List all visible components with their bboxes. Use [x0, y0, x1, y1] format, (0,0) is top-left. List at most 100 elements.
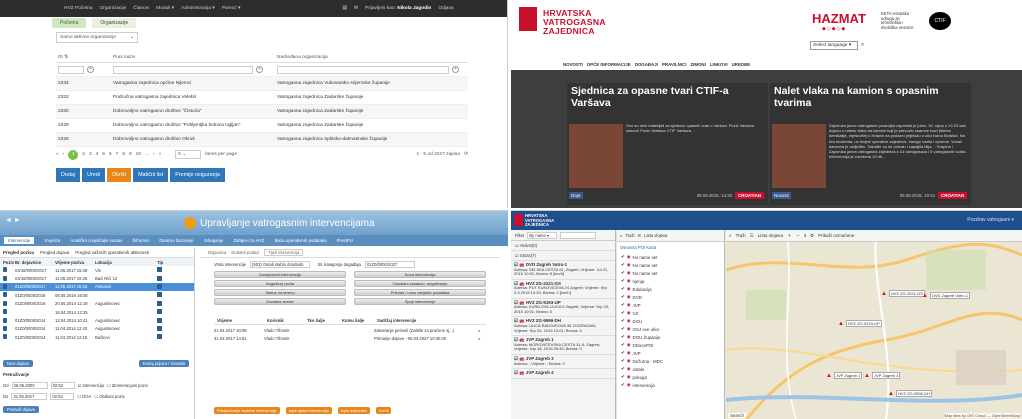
- vehicle-marker[interactable]: ▲ JVP Zagreb 1: [826, 372, 863, 379]
- layer-checkbox[interactable]: ✔: [621, 278, 625, 284]
- info-icon[interactable]: ℹ: [804, 233, 806, 239]
- search-button[interactable]: Traži: [625, 233, 634, 238]
- page-8[interactable]: 8: [122, 152, 125, 157]
- vehicle-item[interactable]: ☑ 🚒 DVD Zagreb Vatro-1 Adresa: SELSKA CES…: [511, 261, 615, 280]
- news-category[interactable]: Dopr: [569, 192, 583, 199]
- log-row[interactable]: 31.03.2017 14:51 Vlado Tihomir Primanje do…: [214, 334, 486, 342]
- chat-icon[interactable]: ▤: [342, 6, 347, 11]
- bottom-action-button[interactable]: Priključivanje stabilne intervencije: [214, 407, 280, 414]
- active-filter-select[interactable]: Samo aktivne organizacije ⌄: [56, 32, 138, 43]
- vehicle-item[interactable]: ☑ 🚒 HVZ ZG-2221-GS Adresa: PUT KUKOVIČEVA…: [511, 280, 615, 299]
- vehicle-item[interactable]: ☑ 🚒 HVZ ZG-5193-UP Adresa: KURILOVA ULICA…: [511, 299, 615, 318]
- back-forward-icon[interactable]: ◄ ►: [5, 217, 21, 224]
- log-action-icon[interactable]: ●: [478, 328, 481, 333]
- layer-checkbox[interactable]: ✔: [621, 374, 625, 380]
- main-tab[interactable]: Izdvajanje: [204, 238, 224, 243]
- col-name-header[interactable]: Puni naziv: [113, 55, 277, 60]
- col-id-header[interactable]: ID ⇅: [56, 55, 113, 60]
- map-view[interactable]: ⌕ Traži ☰ Lista vlojeva ＋ － ℹ ⚙ Prikaži …: [726, 230, 1022, 419]
- page-6[interactable]: 6: [109, 152, 112, 157]
- zoom-in-icon[interactable]: ＋: [787, 233, 792, 239]
- check-interventions[interactable]: ☑ Intervencija: [78, 383, 104, 388]
- layer-item[interactable]: ✔ ◉ DVD: [617, 293, 724, 301]
- search-icon[interactable]: ⌕: [620, 233, 622, 238]
- col-location[interactable]: Lokacija: [95, 260, 157, 265]
- layer-checkbox[interactable]: ✔: [621, 342, 625, 348]
- table-row[interactable]: 2328 Dobrovoljno vatrogasno društvo Okruk…: [56, 133, 468, 147]
- layer-item[interactable]: ✔ ◉ DOU Županije: [617, 333, 724, 341]
- main-tab[interactable]: Dinamo baziranje: [159, 238, 193, 243]
- filter-input[interactable]: [560, 231, 597, 239]
- col-time[interactable]: Vrijeme poziva: [55, 260, 95, 265]
- hvz-logo-icon[interactable]: [519, 7, 537, 31]
- language-select[interactable]: Select language ▾: [810, 41, 858, 50]
- to-time-input[interactable]: 02:52: [50, 393, 75, 400]
- tab-report[interactable]: Dojavnica: [208, 250, 226, 255]
- hvz-logo-icon[interactable]: [514, 214, 523, 226]
- main-tab[interactable]: Intervencije: [4, 237, 35, 244]
- bottom-action-button[interactable]: Ispis dojavnice: [337, 407, 370, 414]
- news-title[interactable]: Nalet vlaka na kamion s opasnim tvarima: [770, 83, 971, 121]
- call-row[interactable]: 01Z0/0000/2014 11.04.2014 12:42 Augustinov…: [0, 325, 194, 333]
- layer-checkbox[interactable]: ✔: [621, 294, 625, 300]
- col-call[interactable]: Poziv: [3, 260, 15, 265]
- news-card[interactable]: Nalet vlaka na kamion s opasnim tvarima Z…: [770, 83, 971, 205]
- subtab-reports[interactable]: Pregled dojava: [40, 250, 69, 255]
- nav-members[interactable]: Članovi: [133, 6, 149, 11]
- page-10[interactable]: 10: [136, 152, 141, 157]
- news-title[interactable]: Sjednica za opasne tvari CTIF-a Varšava: [567, 83, 768, 121]
- call-row[interactable]: 01Z0/0000/2016 08.05.2016 16:08: [0, 291, 194, 299]
- id-filter-input[interactable]: [58, 65, 84, 74]
- intervention-action-button[interactable]: Prilmak / unos vanjskih podataka: [354, 289, 486, 296]
- tab-stoza[interactable]: ☑ Stoza(7): [511, 251, 615, 261]
- site-nav-item[interactable]: PRAVILNICI: [662, 62, 687, 67]
- layer-checkbox[interactable]: ✔: [621, 366, 625, 372]
- table-row[interactable]: 2334 Vatrogasna zajednica općine Nijemci V…: [56, 77, 468, 91]
- action-button-1[interactable]: Dodaj: [56, 168, 81, 182]
- nav-help[interactable]: Pomoć ▾: [222, 6, 241, 11]
- intervention-action-button[interactable]: Dodatne izrede: [214, 298, 346, 305]
- map-search-icon[interactable]: ⌕: [729, 233, 732, 238]
- layer-checkbox[interactable]: ✔: [621, 254, 625, 260]
- call-row[interactable]: 18.04.2014 12:25: [0, 308, 194, 316]
- bottom-action-button[interactable]: Ispis tijeka intervencija: [285, 407, 332, 414]
- new-call-button[interactable]: Novi dojava: [3, 360, 33, 367]
- nav-home[interactable]: HVZ Početna: [64, 6, 93, 11]
- tab-extra[interactable]: Dodatni podaci: [231, 250, 259, 255]
- layer-item[interactable]: ✔ ◉ OSJ ove ulice: [617, 325, 724, 333]
- nav-administration[interactable]: Administracija ▾: [181, 6, 215, 11]
- layer-item[interactable]: ✔ ◉ ostalo: [617, 365, 724, 373]
- map-list-icon[interactable]: ☰: [750, 233, 754, 239]
- mail-icon[interactable]: ✉: [354, 6, 358, 11]
- intervention-action-button[interactable]: Nova intervencija: [354, 271, 486, 278]
- table-row[interactable]: 2333 Područna vatrogasna zajednica Velebi…: [56, 91, 468, 105]
- layer-checkbox[interactable]: ✔: [621, 326, 625, 332]
- call-row[interactable]: 01Z0/0000/2016 20.06.2014 12:18 Augustinov…: [0, 300, 194, 308]
- main-tab[interactable]: Zahtjevi za HVZ: [233, 238, 264, 243]
- page-1[interactable]: 1: [68, 149, 79, 160]
- table-row[interactable]: 2330 Dobrovoljno vatrogasno društvo "Čist…: [56, 105, 468, 119]
- page-11[interactable]: ...: [145, 152, 149, 157]
- last-page-icon[interactable]: »: [159, 152, 162, 157]
- vehicle-item[interactable]: ☑ 🚒 HVZ ZG-9996-DH Adresa: ULICA RADOJKOV…: [511, 317, 615, 337]
- by-name-select[interactable]: By name ▾: [527, 231, 558, 239]
- map-search-label[interactable]: Search: [728, 413, 746, 418]
- news-photo[interactable]: [772, 124, 826, 188]
- layer-checkbox[interactable]: ✔: [621, 382, 625, 388]
- name-filter-add-icon[interactable]: +: [256, 66, 263, 73]
- layer-list-button[interactable]: Lista vlojeva: [644, 233, 667, 238]
- tab-active[interactable]: ☑ Aktivni(0): [511, 241, 615, 251]
- layer-item[interactable]: ✔ ◉ No name set: [617, 261, 724, 269]
- layer-checkbox[interactable]: ✔: [621, 318, 625, 324]
- zoom-out-icon[interactable]: －: [796, 233, 801, 239]
- layer-item[interactable]: ✔ ◉ njenja: [617, 277, 724, 285]
- logout-link[interactable]: Odjava: [438, 6, 453, 11]
- site-nav-item[interactable]: LINKOVI: [710, 62, 728, 67]
- news-category[interactable]: Novosti: [772, 192, 791, 199]
- other-button[interactable]: Dodaj prijavu / Gradski: [138, 360, 189, 367]
- page-2[interactable]: 2: [82, 152, 85, 157]
- prev-page-icon[interactable]: ‹: [63, 152, 65, 157]
- call-row[interactable]: 01Z0/0000/2017 11.05.2017 15:18 Antonovi: [0, 282, 194, 292]
- call-row[interactable]: 01Z0/0000/2014 11.04.2014 12:15 Bačkovi: [0, 333, 194, 341]
- site-nav-item[interactable]: DOGAĐAJI: [635, 62, 658, 67]
